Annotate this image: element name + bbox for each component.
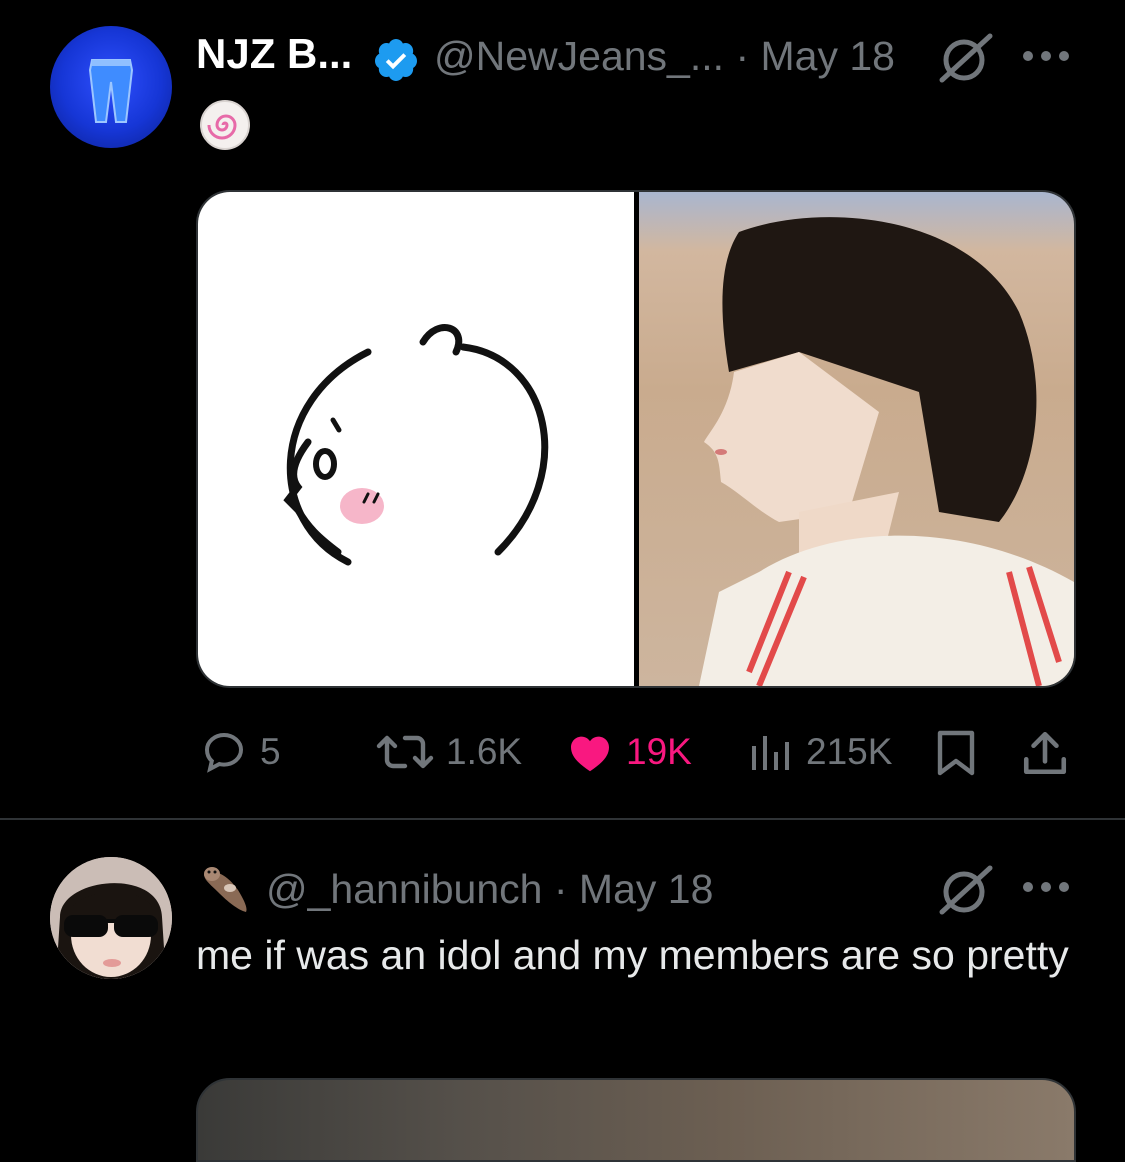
otter-emoji-icon xyxy=(204,867,247,912)
separator: · xyxy=(553,866,568,912)
reply-icon xyxy=(204,732,244,773)
cartoon-drawing xyxy=(283,324,549,566)
heart-filled-icon xyxy=(571,736,609,772)
views-chart-icon xyxy=(752,736,789,770)
more-dots-icon[interactable] xyxy=(1020,46,1072,66)
author-name[interactable]: NJZ B... xyxy=(196,30,352,78)
reply-date[interactable]: May 18 xyxy=(579,866,713,912)
grok-slash-icon[interactable] xyxy=(934,30,996,88)
views-count: 215K xyxy=(806,731,893,772)
retweet-action[interactable]: 1.6K xyxy=(374,728,522,776)
retweet-count: 1.6K xyxy=(446,731,523,772)
naruto-swirl-emoji-icon xyxy=(200,100,250,150)
portrait-photo xyxy=(699,217,1074,686)
retweet-icon xyxy=(376,735,434,769)
separator: · xyxy=(735,33,750,79)
bookmark-icon[interactable] xyxy=(934,728,978,778)
jeans-logo-icon xyxy=(88,59,134,123)
tweet-date[interactable]: May 18 xyxy=(761,33,895,79)
reply-action[interactable]: 5 xyxy=(198,728,281,776)
tweet-media[interactable] xyxy=(196,190,1076,688)
avatar-photo xyxy=(50,857,172,979)
cartoon-image[interactable] xyxy=(198,192,634,686)
reply-text: me if was an idol and my members are so … xyxy=(196,932,1069,978)
photo-image[interactable] xyxy=(639,192,1074,686)
author-handle[interactable]: @NewJeans_... xyxy=(434,33,724,79)
avatar-hannibunch[interactable] xyxy=(50,857,172,979)
reply-media[interactable] xyxy=(196,1078,1076,1162)
avatar-njz[interactable] xyxy=(50,26,172,148)
views-action[interactable]: 215K xyxy=(748,728,892,776)
grok-slash-icon[interactable] xyxy=(934,862,996,920)
reply-handle[interactable]: @_hannibunch xyxy=(266,866,542,912)
reply-count: 5 xyxy=(260,731,281,772)
like-count: 19K xyxy=(626,731,692,772)
like-action[interactable]: 19K xyxy=(564,728,692,776)
tweet-divider xyxy=(0,818,1125,820)
share-icon[interactable] xyxy=(1020,728,1070,778)
more-dots-icon[interactable] xyxy=(1020,877,1072,897)
verified-badge-icon xyxy=(374,39,417,81)
